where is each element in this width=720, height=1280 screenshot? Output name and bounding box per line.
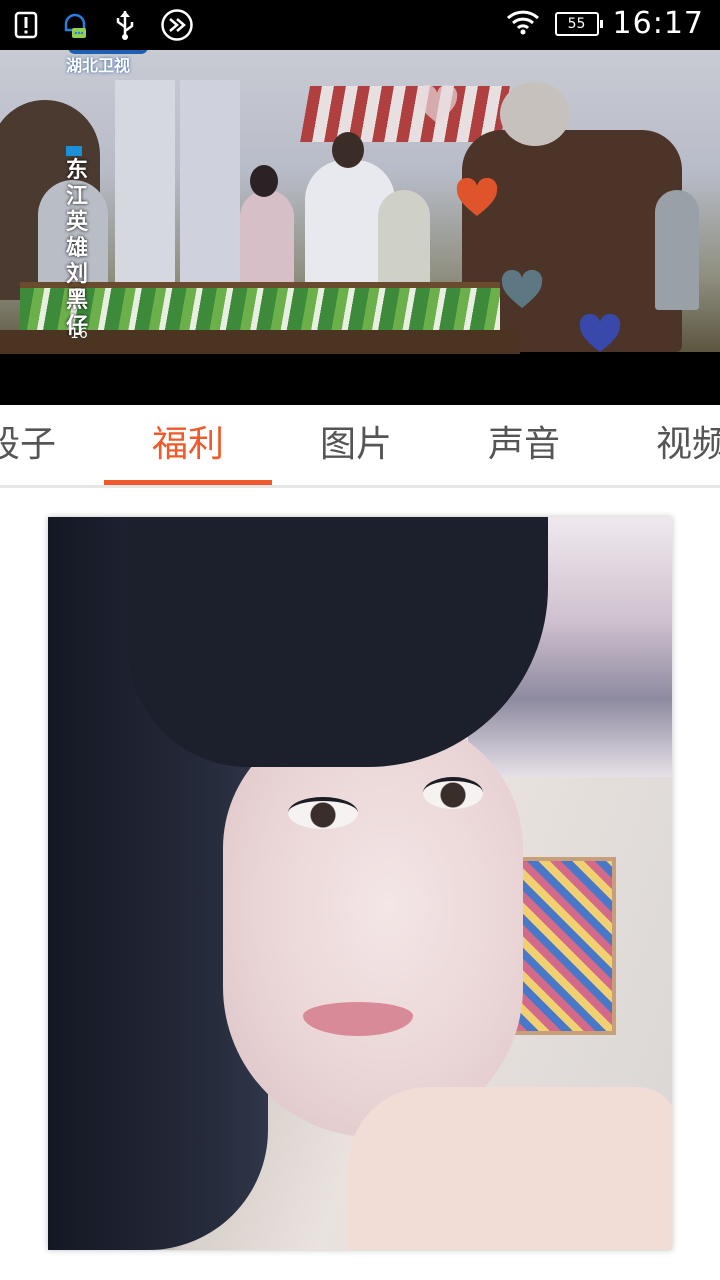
tab-pictures[interactable]: 图片 xyxy=(272,405,440,485)
channel-logo: 湖北卫视 xyxy=(64,50,154,78)
clock: 16:17 xyxy=(612,6,704,41)
scene-head xyxy=(332,132,364,168)
battery-level: 55 xyxy=(567,15,586,32)
scene-head xyxy=(500,82,570,146)
status-icons-left xyxy=(14,8,194,46)
status-icons-right: 55 16:17 xyxy=(505,6,704,41)
alert-icon xyxy=(14,11,38,43)
fast-forward-icon xyxy=(160,8,194,46)
photo-eye xyxy=(288,797,358,829)
photo-face xyxy=(223,717,523,1137)
scene-awning xyxy=(300,86,510,142)
wifi-icon xyxy=(505,8,541,40)
photo-card[interactable] xyxy=(48,517,672,1250)
heart-icon xyxy=(579,314,621,352)
drama-title: 东江英雄刘黑仔 xyxy=(66,146,92,340)
category-tabs: 段子 福利 图片 声音 视频 xyxy=(0,405,720,488)
chat-notification-icon xyxy=(60,8,90,46)
video-player[interactable]: 湖北卫视 东江英雄刘黑仔 16 xyxy=(0,50,720,405)
photo-hands xyxy=(348,1087,672,1250)
tab-video[interactable]: 视频 xyxy=(608,405,720,485)
tab-welfare[interactable]: 福利 xyxy=(104,405,272,485)
channel-logo-text: 湖北卫视 xyxy=(66,56,131,75)
battery-icon: 55 xyxy=(554,11,603,36)
status-bar: 55 16:17 xyxy=(0,0,720,50)
video-frame: 湖北卫视 东江英雄刘黑仔 16 xyxy=(0,50,720,354)
episode-number: 16 xyxy=(70,326,88,342)
scene-head xyxy=(250,165,278,197)
tab-audio[interactable]: 声音 xyxy=(440,405,608,485)
scene-person xyxy=(655,190,699,310)
heart-icon xyxy=(416,85,458,123)
drama-title-text: 东江英雄刘黑仔 xyxy=(66,158,89,339)
heart-icon xyxy=(501,270,543,308)
tab-jokes[interactable]: 段子 xyxy=(0,405,104,485)
tab-indicator xyxy=(104,480,272,485)
photo-eye xyxy=(423,777,483,809)
usb-icon xyxy=(112,9,138,45)
heart-icon xyxy=(456,178,498,216)
